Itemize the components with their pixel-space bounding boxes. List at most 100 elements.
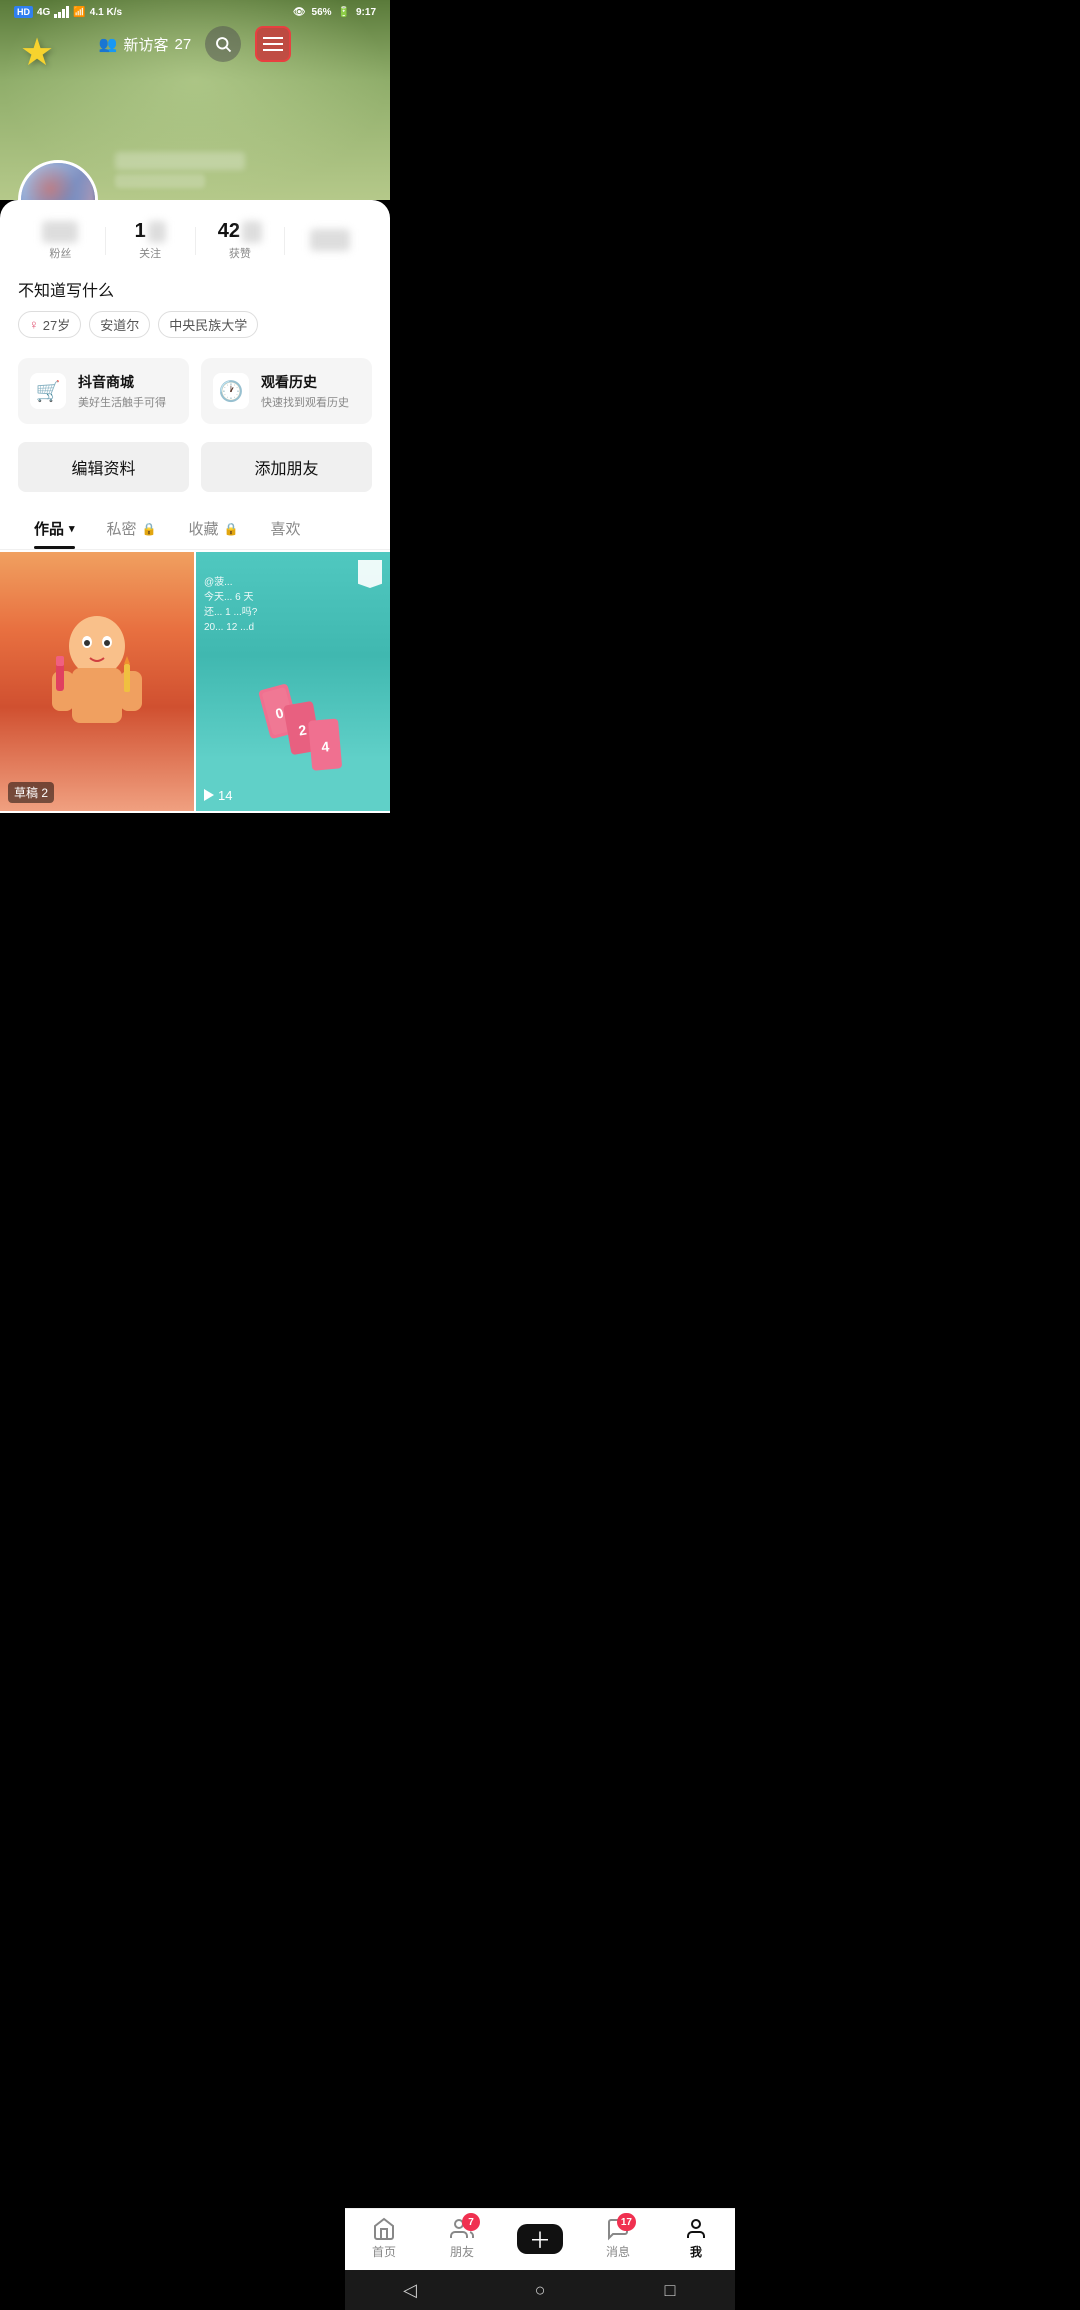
nav-me[interactable]: 我	[657, 2217, 735, 2260]
gender-icon: ♀	[29, 317, 39, 332]
wifi-icon: 📶	[73, 7, 85, 18]
play-count-badge: 14	[204, 788, 232, 803]
tab-likes-label: 喜欢	[270, 518, 300, 539]
signal-icon	[54, 6, 69, 18]
new-visitors-button[interactable]: 👥 新访客 27	[99, 34, 191, 55]
video-thumb-2-deco: 0 2 4	[196, 552, 390, 811]
home-button[interactable]: ○	[520, 2270, 560, 2310]
tab-private-label: 私密	[107, 518, 137, 539]
bio-section: 不知道写什么 ♀ 27岁 安道尔 中央民族大学	[0, 271, 390, 348]
content-card: 粉丝 1 关注 42 获赞 不知道写什么	[0, 200, 390, 813]
tab-arrow-icon: ▾	[69, 522, 75, 535]
nav-friends-label: 朋友	[450, 2243, 474, 2260]
stat-following[interactable]: 1 关注	[108, 220, 193, 261]
tag-location[interactable]: 安道尔	[89, 311, 150, 338]
network-speed: 4.1 K/s	[90, 7, 122, 18]
tag-gender-age[interactable]: ♀ 27岁	[18, 311, 81, 338]
nav-home[interactable]: 首页	[345, 2217, 423, 2260]
nav-create[interactable]: ＋	[501, 2224, 579, 2254]
likes-count: 42	[218, 220, 240, 243]
back-button[interactable]: ◁	[390, 2270, 430, 2310]
extra-count-blurred	[310, 229, 350, 251]
history-subtitle: 快速找到观看历史	[261, 394, 349, 410]
edit-profile-button[interactable]: 编辑资料	[18, 442, 189, 492]
following-label: 关注	[139, 245, 161, 261]
cover-nav: 👥 新访客 27	[0, 26, 390, 62]
shop-action[interactable]: 🛒 抖音商城 美好生活触手可得	[18, 358, 189, 424]
shop-texts: 抖音商城 美好生活触手可得	[78, 372, 166, 410]
likes-suffix-blurred	[242, 221, 262, 243]
tags-row: ♀ 27岁 安道尔 中央民族大学	[18, 311, 372, 338]
stat-divider-1	[105, 227, 106, 255]
play-icon	[204, 789, 214, 801]
battery-icon: 🔋	[338, 7, 350, 18]
video-thumb-1-deco	[0, 552, 194, 811]
nav-me-label: 我	[690, 2243, 702, 2260]
user-id-blurred	[115, 174, 205, 188]
bottom-nav: 首页 7 朋友 ＋ 17 消息 我	[345, 2208, 735, 2270]
recents-button[interactable]: □	[650, 2270, 690, 2310]
eye-icon: 👁	[293, 7, 306, 18]
video-thumb-1[interactable]: 草稿 2	[0, 552, 194, 811]
stat-divider-2	[195, 227, 196, 255]
location-label: 安道尔	[100, 315, 139, 334]
svg-text:4: 4	[321, 738, 330, 755]
menu-button[interactable]	[255, 26, 291, 62]
school-label: 中央民族大学	[169, 315, 247, 334]
username-cover	[115, 152, 245, 188]
search-button[interactable]	[205, 26, 241, 62]
history-title: 观看历史	[261, 372, 349, 392]
tab-works[interactable]: 作品 ▾	[18, 506, 91, 549]
shop-title: 抖音商城	[78, 372, 166, 392]
tab-favorites-lock-icon: 🔒	[224, 522, 239, 536]
stat-divider-3	[284, 227, 285, 255]
tag-school[interactable]: 中央民族大学	[158, 311, 258, 338]
action-buttons: 编辑资料 添加朋友	[0, 434, 390, 506]
stat-likes[interactable]: 42 获赞	[198, 220, 283, 261]
avatar-area	[18, 160, 98, 200]
status-right: 👁 56% 🔋 9:17	[293, 7, 376, 18]
history-texts: 观看历史 快速找到观看历史	[261, 372, 349, 410]
avatar-image	[21, 163, 95, 200]
battery-level: 56%	[312, 7, 332, 18]
hd-badge: HD	[14, 6, 33, 18]
history-icon: 🕐	[213, 373, 249, 409]
visitors-icon: 👥	[99, 35, 118, 53]
friends-badge: 7	[462, 2213, 480, 2231]
messages-badge: 17	[617, 2213, 636, 2231]
tab-works-label: 作品	[34, 518, 64, 539]
video-thumb-2[interactable]: @菠...今天... 6 天还... 1 ...吗?20... 12 ...d …	[196, 552, 390, 811]
fans-label: 粉丝	[49, 245, 71, 261]
status-bar: HD 4G 📶 4.1 K/s 👁 56% 🔋 9:17	[0, 0, 390, 22]
tab-likes[interactable]: 喜欢	[254, 506, 316, 549]
shop-icon: 🛒	[30, 373, 66, 409]
shop-subtitle: 美好生活触手可得	[78, 394, 166, 410]
network-icon: 4G	[37, 7, 50, 18]
play-count: 14	[218, 788, 232, 803]
likes-label: 获赞	[229, 245, 251, 261]
age-label: 27岁	[43, 315, 70, 334]
stat-fans[interactable]: 粉丝	[18, 221, 103, 261]
cover-area: ★ 👥 新访客 27	[0, 0, 390, 200]
tab-favorites[interactable]: 收藏 🔒	[173, 506, 255, 549]
create-button[interactable]: ＋	[517, 2224, 563, 2254]
tab-favorites-label: 收藏	[189, 518, 219, 539]
nav-messages[interactable]: 17 消息	[579, 2217, 657, 2260]
draft-badge: 草稿 2	[8, 782, 54, 803]
status-left: HD 4G 📶 4.1 K/s	[14, 6, 122, 18]
video-grid: 草稿 2 @菠...今天... 6 天还... 1 ...吗?20... 12 …	[0, 550, 390, 813]
following-suffix-blurred	[148, 221, 166, 243]
new-visitors-count: 27	[175, 36, 192, 53]
tab-private[interactable]: 私密 🔒	[91, 506, 173, 549]
add-friend-button[interactable]: 添加朋友	[201, 442, 372, 492]
fans-count-blurred	[42, 221, 78, 243]
history-action[interactable]: 🕐 观看历史 快速找到观看历史	[201, 358, 372, 424]
stat-extra[interactable]	[287, 229, 372, 253]
bio-text: 不知道写什么	[18, 277, 372, 301]
new-visitors-label: 新访客	[123, 34, 168, 55]
nav-home-label: 首页	[372, 2243, 396, 2260]
quick-actions: 🛒 抖音商城 美好生活触手可得 🕐 观看历史 快速找到观看历史	[0, 348, 390, 434]
avatar[interactable]	[18, 160, 98, 200]
following-count: 1	[135, 220, 146, 243]
nav-friends[interactable]: 7 朋友	[423, 2217, 501, 2260]
